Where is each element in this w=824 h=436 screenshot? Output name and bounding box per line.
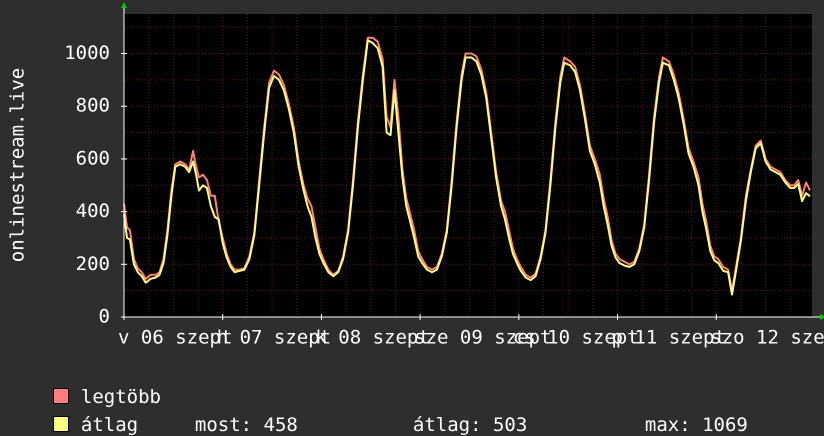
x-tick-label: p 11 szept [612,327,726,349]
y-tick-label: 600 [76,147,110,169]
y-tick-label: 800 [76,95,110,117]
y-tick-label: 200 [76,253,110,275]
y-axis-label: onlinestream.live [7,68,29,262]
legend-row-avg: átlag most: 458 átlag: 503 max: 1069 [30,392,748,436]
x-axis-arrow-icon [820,314,824,320]
y-axis-arrow-icon [121,2,127,8]
stat-now: most: 458 [194,414,298,436]
y-tick-label: 1000 [64,42,110,64]
stat-max: max: 1069 [644,414,748,436]
x-tick-label: szo 12 szept [710,327,824,349]
x-tick-label: v 06 szept [118,327,232,349]
x-tick-label: k 08 szept [315,327,429,349]
y-tick-label: 0 [99,306,110,328]
plot-background [124,14,812,317]
x-tick-label: h 07 szept [217,327,331,349]
legend-label-avg: átlag [80,414,139,436]
y-tick-label: 400 [76,200,110,222]
stat-average: átlag: 503 [412,414,528,436]
